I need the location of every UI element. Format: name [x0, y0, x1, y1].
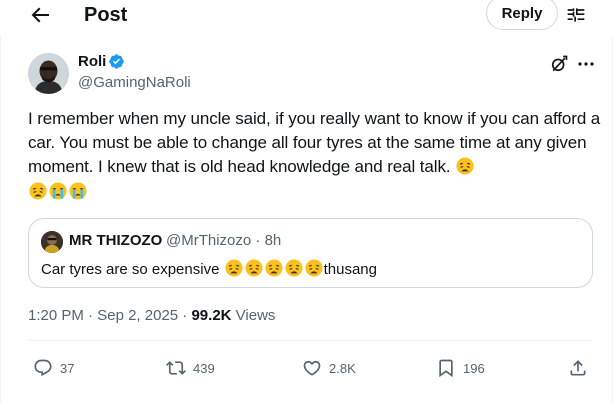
weary-face-emoji: [225, 259, 243, 277]
weary-face-emoji: [305, 259, 323, 277]
heart-icon: [303, 360, 321, 376]
verified-badge-icon: [109, 54, 124, 69]
share-action[interactable]: [568, 357, 595, 379]
more-horizontal-icon[interactable]: [578, 62, 594, 66]
reply-action[interactable]: 37: [33, 357, 74, 379]
share-icon: [570, 360, 586, 376]
views-count: 99.2K: [191, 307, 232, 324]
post-meta: 1:20 PM · Sep 2, 2025 · 99.2K Views: [28, 307, 276, 324]
bookmark-count: 196: [463, 360, 485, 376]
like-action[interactable]: 2.8K: [302, 357, 356, 379]
quoted-post-text: Car tyres are so expensive thusang: [41, 259, 377, 278]
like-count: 2.8K: [329, 360, 356, 376]
loudly-crying-face-emoji: [49, 182, 67, 200]
loudly-crying-face-emoji: [69, 182, 87, 200]
grok-icon[interactable]: [549, 54, 569, 74]
author-handle[interactable]: @GamingNaRoli: [78, 74, 191, 91]
post-header: Post Reply: [0, 0, 613, 32]
post-date[interactable]: Sep 2, 2025: [97, 307, 178, 324]
bookmark-icon: [439, 359, 453, 378]
quoted-text-end: thusang: [323, 261, 377, 278]
author-name[interactable]: Roli: [78, 53, 106, 70]
reply-count: 37: [60, 360, 75, 376]
weary-face-emoji: [265, 259, 283, 277]
reply-button[interactable]: Reply: [486, 0, 558, 30]
repost-count: 439: [193, 360, 215, 376]
avatar[interactable]: [28, 53, 69, 94]
quoted-text-start: Car tyres are so expensive: [41, 261, 220, 278]
weary-face-emoji: [29, 182, 47, 200]
weary-face-emoji: [456, 157, 474, 175]
reply-icon: [34, 359, 52, 377]
quoted-post-age: 8h: [264, 232, 282, 249]
bookmark-action[interactable]: 196: [436, 357, 485, 379]
arrow-left-icon[interactable]: [28, 3, 52, 27]
weary-face-emoji: [245, 259, 263, 277]
quoted-post[interactable]: MR THIZOZO @MrThizozo · 8h Car tyres are…: [28, 218, 593, 288]
repost-icon: [166, 361, 186, 375]
repost-action[interactable]: 439: [166, 357, 215, 379]
quoted-avatar[interactable]: [41, 231, 63, 253]
post-time[interactable]: 1:20 PM: [28, 307, 84, 324]
post-body: I remember when my uncle said, if you re…: [28, 109, 601, 177]
quoted-author-name[interactable]: MR THIZOZO: [69, 232, 162, 249]
post-text: I remember when my uncle said, if you re…: [28, 107, 606, 204]
views-label: Views: [235, 307, 276, 324]
quoted-author-handle[interactable]: @MrThizozo: [166, 232, 251, 249]
sliders-icon[interactable]: [566, 5, 586, 25]
divider: [28, 340, 593, 341]
page-title: Post: [84, 4, 128, 26]
weary-face-emoji: [285, 259, 303, 277]
quoted-author-meta: @MrThizozo · 8h: [166, 232, 282, 249]
column-border-left: [0, 36, 1, 403]
